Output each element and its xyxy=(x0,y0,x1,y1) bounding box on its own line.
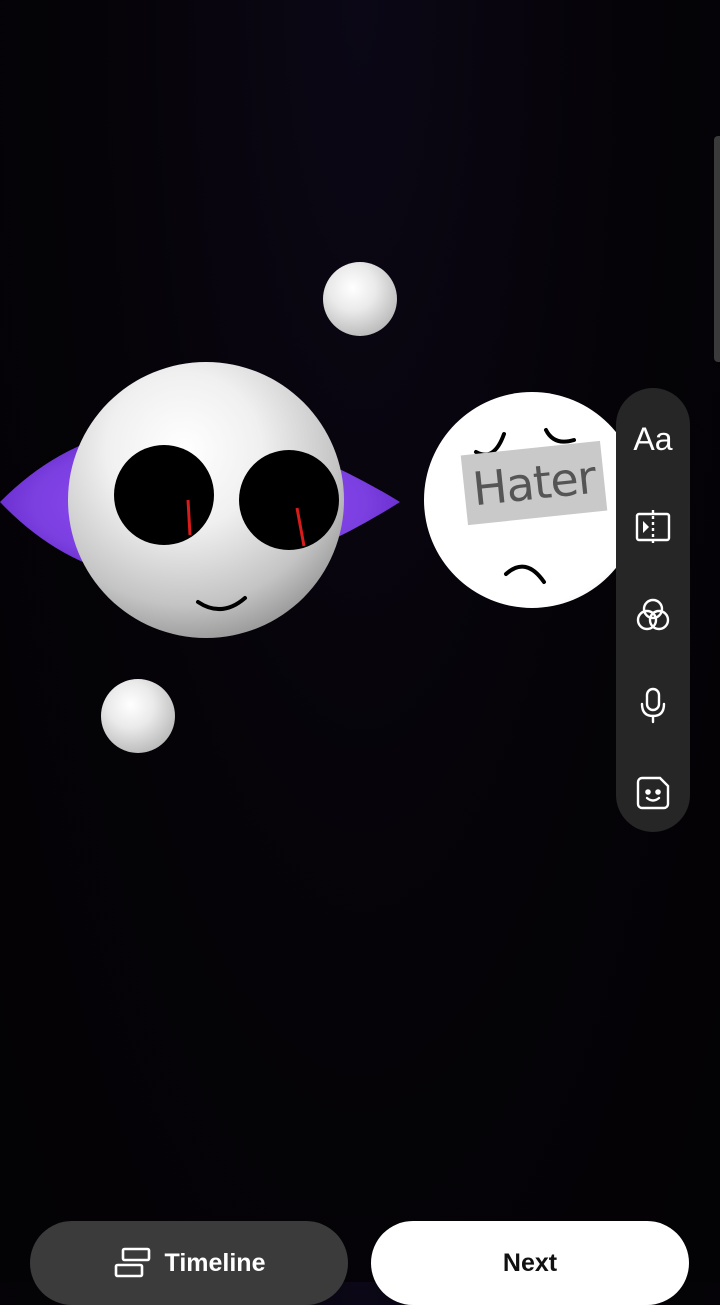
media-canvas[interactable]: Hater xyxy=(0,0,720,1282)
filters-icon xyxy=(636,598,670,631)
text-tool-label: Aa xyxy=(633,420,673,457)
hater-text-label: Hater xyxy=(460,440,608,526)
editing-tool-rail: Aa xyxy=(616,388,690,832)
small-ball-top[interactable] xyxy=(323,262,397,336)
microphone-icon xyxy=(640,687,666,724)
text-tool-button[interactable]: Aa xyxy=(616,402,690,476)
filters-tool-button[interactable] xyxy=(616,578,690,652)
timeline-icon xyxy=(114,1247,150,1278)
small-ball-bottom[interactable] xyxy=(101,679,175,753)
next-button[interactable]: Next xyxy=(371,1221,689,1305)
clip-split-icon xyxy=(635,510,671,544)
eye-creature-sticker[interactable] xyxy=(0,360,402,650)
timeline-button[interactable]: Timeline xyxy=(30,1221,348,1305)
next-label: Next xyxy=(502,1248,558,1277)
edge-panel-handle[interactable] xyxy=(714,136,720,362)
sad-face-sticker[interactable]: Hater xyxy=(424,392,640,608)
voice-tool-button[interactable] xyxy=(616,668,690,742)
timeline-label: Timeline xyxy=(164,1248,266,1277)
sticker-icon xyxy=(636,776,670,810)
clip-tool-button[interactable] xyxy=(616,490,690,564)
sticker-tool-button[interactable] xyxy=(616,756,690,830)
